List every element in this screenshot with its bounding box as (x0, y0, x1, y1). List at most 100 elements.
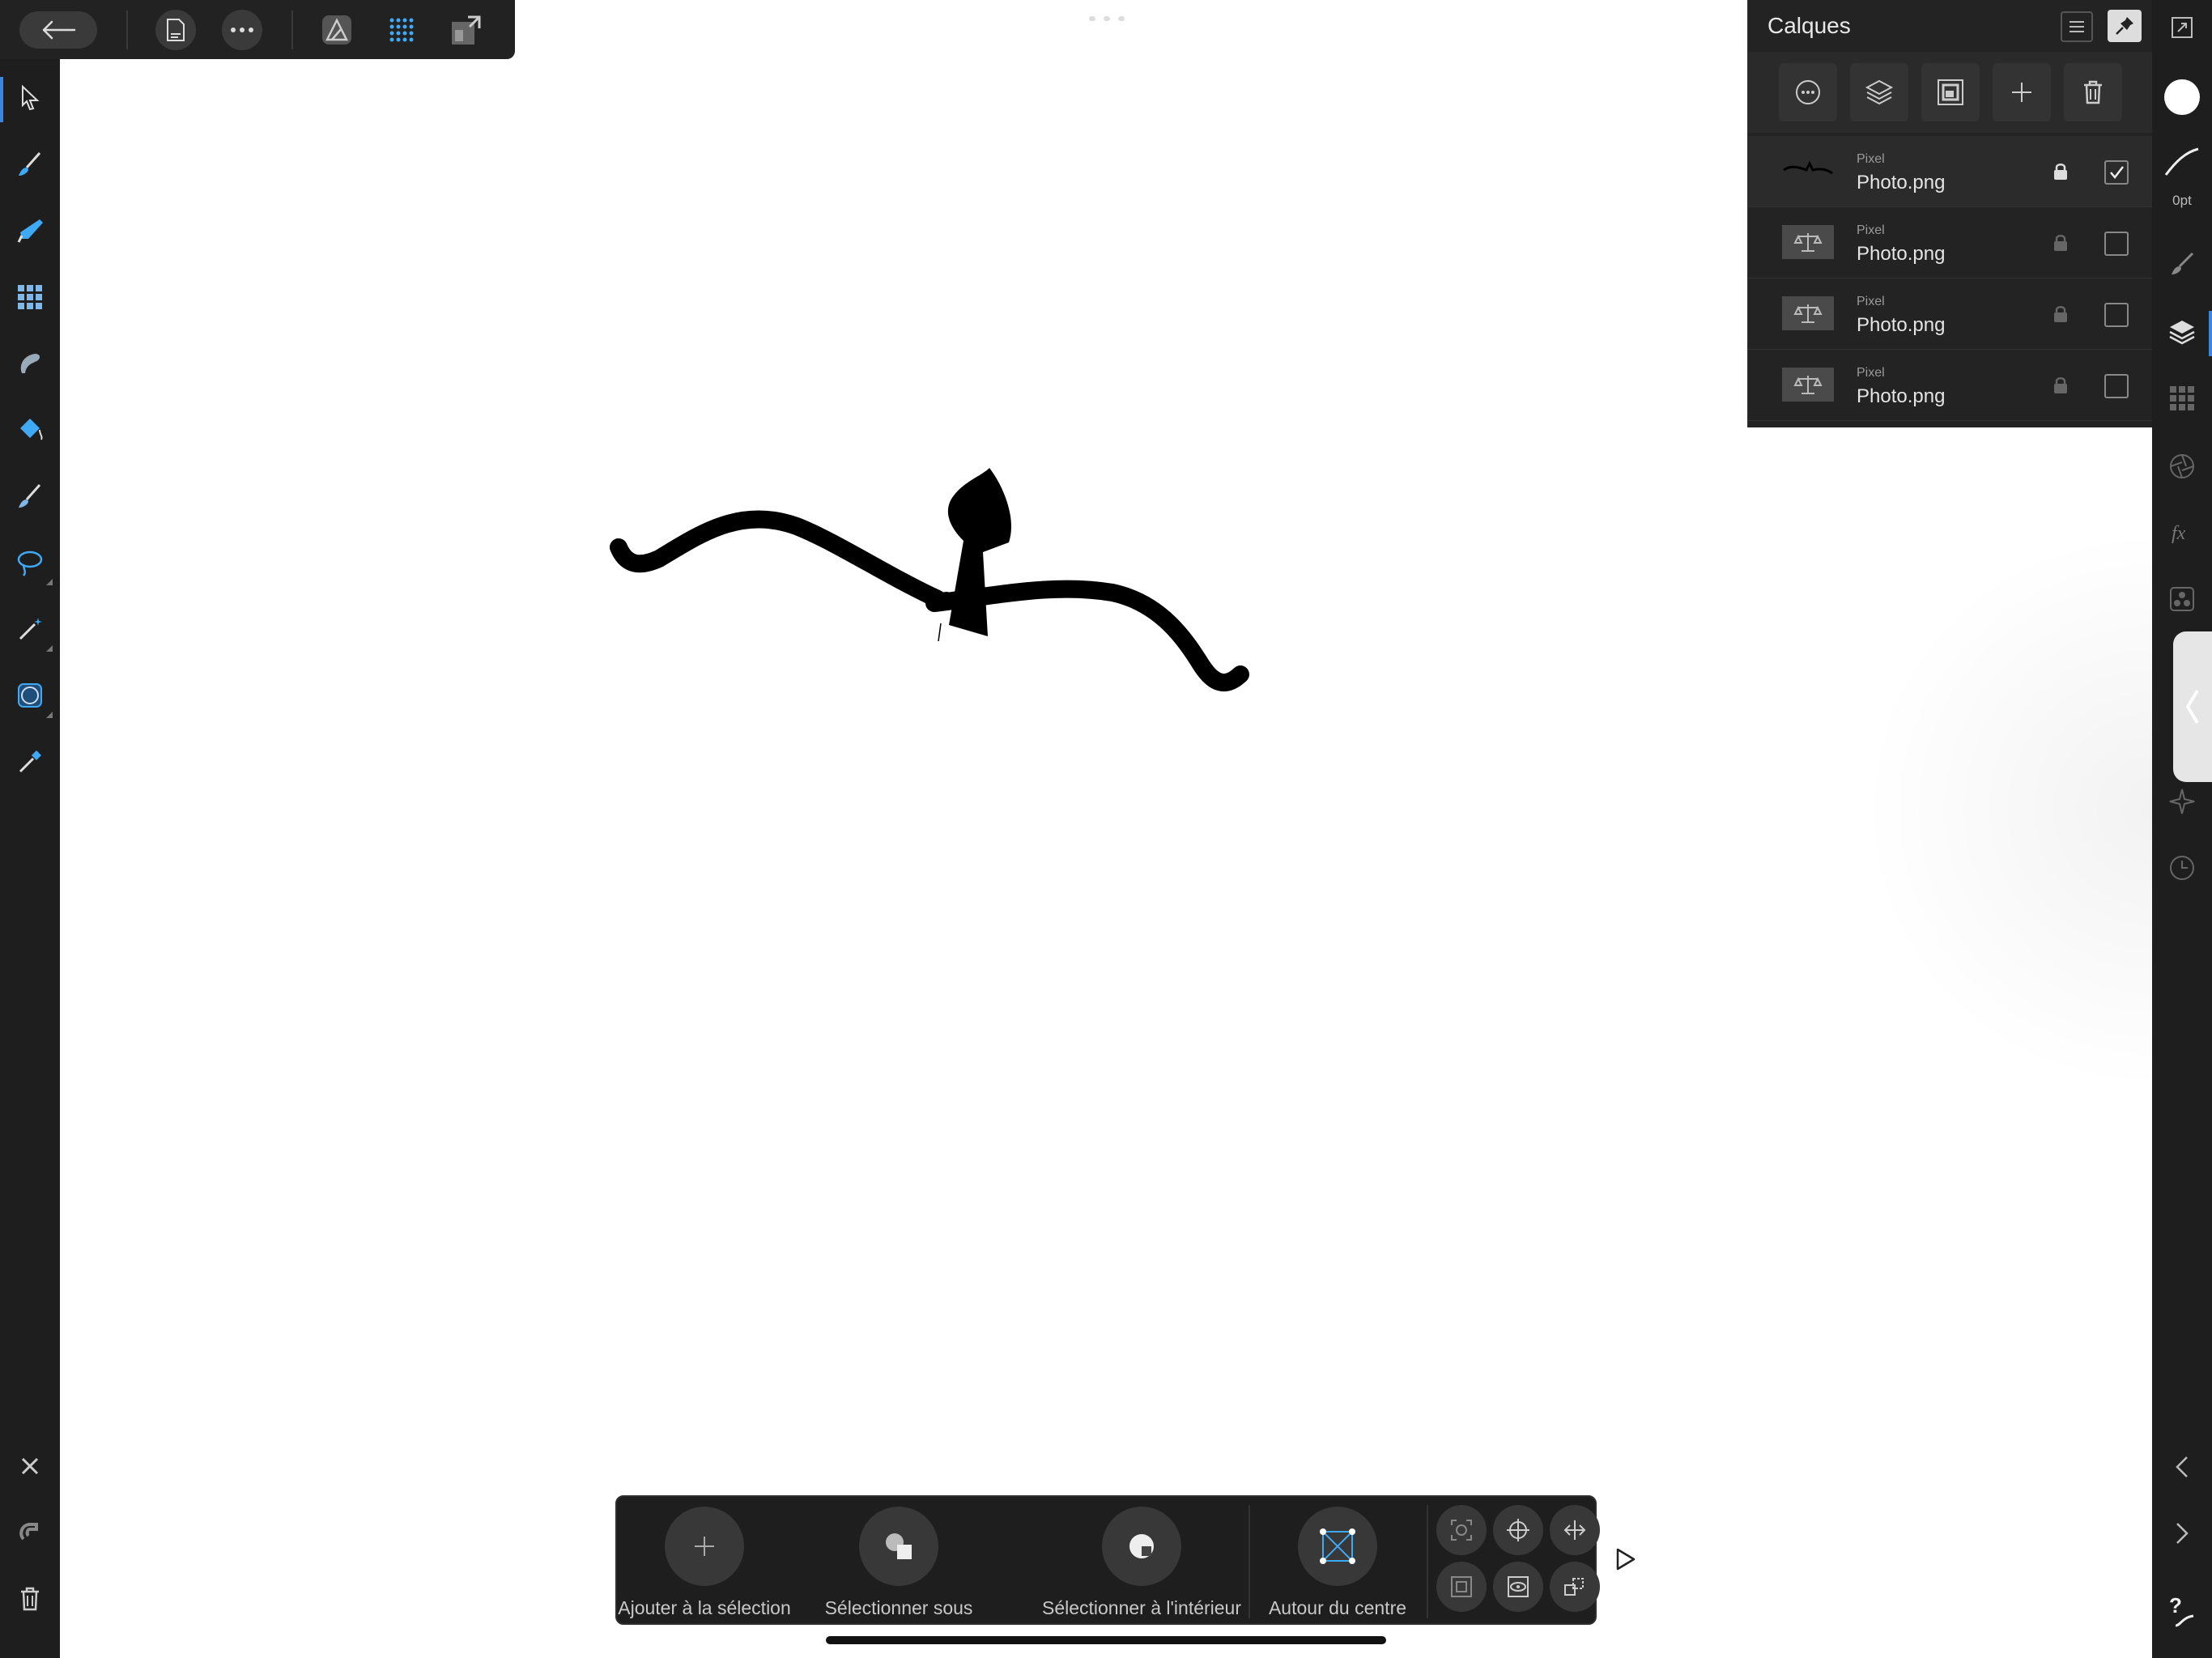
clock-icon (2170, 856, 2194, 880)
top-grabber[interactable] (1089, 16, 1125, 21)
move-tool[interactable] (6, 74, 54, 122)
layers-title: Calques (1767, 13, 1851, 38)
close-tool-button[interactable] (6, 1442, 54, 1490)
selection-brush-tool[interactable] (6, 472, 54, 521)
ellipsis-icon (231, 27, 253, 32)
selection-brush-icon (19, 484, 41, 508)
styles-studio-button[interactable] (2158, 575, 2206, 623)
panel-handle[interactable] (2173, 631, 2212, 782)
layers-list: Pixel Photo.png Pixel Photo.png Pixel Ph… (1748, 136, 2153, 421)
focus-icon (1451, 1520, 1472, 1541)
layer-visibility-checkbox[interactable] (2104, 374, 2129, 398)
svg-text:fx: fx (2172, 523, 2186, 544)
select-under-label: Sélectionner sous (824, 1597, 973, 1618)
smudge-icon (20, 354, 40, 373)
snap-arrange-button[interactable] (1550, 1562, 1600, 1612)
next-button[interactable] (2158, 1509, 2206, 1558)
active-studio-indicator (2209, 311, 2212, 356)
resize-icon (2172, 17, 2193, 38)
around-center-button[interactable]: Autour du centre (1257, 1507, 1419, 1619)
delete-button[interactable] (6, 1575, 54, 1623)
panel-menu-button[interactable] (2061, 11, 2093, 42)
select-under-button[interactable]: Sélectionner sous (824, 1507, 973, 1619)
magnet-icon (19, 1523, 38, 1541)
layer-stack-button[interactable] (1850, 63, 1908, 121)
circle-ellipsis-icon (1796, 80, 1820, 104)
help-button[interactable]: ? (2158, 1587, 2206, 1635)
layer-row[interactable]: Pixel Photo.png (1748, 278, 2153, 350)
channels-studio-button[interactable] (2158, 374, 2206, 423)
lock-icon (2054, 164, 2067, 180)
around-center-icon-holder (1298, 1507, 1377, 1586)
smudge-tool[interactable] (6, 339, 54, 388)
layer-lock-toggle[interactable] (2051, 374, 2070, 397)
transform-center-icon (1320, 1528, 1355, 1564)
marquee-tool[interactable] (6, 671, 54, 720)
mask-icon (1938, 79, 1963, 105)
layer-row[interactable]: Pixel Photo.png (1748, 136, 2153, 207)
stroke-button[interactable] (2158, 138, 2206, 186)
layer-visibility-checkbox[interactable] (2104, 303, 2129, 327)
pixel-grid-tool[interactable] (6, 273, 54, 321)
layer-lock-toggle[interactable] (2051, 303, 2070, 325)
layer-options-button[interactable] (1779, 63, 1837, 121)
magic-wand-tool[interactable] (6, 605, 54, 653)
select-inside-icon (1129, 1534, 1154, 1558)
photo-persona-button[interactable] (314, 7, 359, 53)
paint-brush-tool[interactable] (6, 140, 54, 189)
snap-fit-button[interactable] (1550, 1505, 1600, 1555)
document-button[interactable] (155, 9, 196, 50)
chevron-left-icon (2176, 1456, 2188, 1477)
fullscreen-button[interactable] (2158, 3, 2206, 52)
flood-fill-tool[interactable] (6, 406, 54, 454)
home-indicator[interactable] (826, 1636, 1386, 1644)
frame-icon (1451, 1576, 1472, 1597)
fit-icon (1563, 1520, 1586, 1540)
lock-icon (2054, 235, 2067, 251)
snap-frame-button[interactable] (1436, 1562, 1487, 1612)
brushes-studio-button[interactable] (2158, 240, 2206, 288)
layer-row[interactable]: Pixel Photo.png (1748, 350, 2153, 421)
export-persona-button[interactable] (444, 7, 489, 53)
delete-layer-button[interactable] (2064, 63, 2122, 121)
help-question-icon: ? (2169, 1593, 2194, 1627)
close-icon (21, 1457, 39, 1475)
more-button[interactable] (222, 9, 262, 50)
freehand-selection-tool[interactable] (6, 538, 54, 587)
mask-layer-button[interactable] (1921, 63, 1980, 121)
list-icon (2069, 21, 2084, 32)
layer-lock-toggle[interactable] (2051, 160, 2070, 183)
layer-visibility-checkbox[interactable] (2104, 160, 2129, 185)
erase-brush-tool[interactable] (6, 206, 54, 255)
add-layer-button[interactable] (1993, 63, 2051, 121)
effects-studio-button[interactable]: fx (2158, 508, 2206, 557)
layer-visibility-checkbox[interactable] (2104, 232, 2129, 256)
layer-lock-toggle[interactable] (2051, 232, 2070, 254)
history-studio-button[interactable] (2158, 844, 2206, 892)
color-swatch[interactable] (2158, 73, 2206, 121)
pixel-persona-button[interactable] (379, 7, 424, 53)
layer-name: Photo.png (1857, 172, 1946, 193)
layers-studio-button[interactable] (2158, 308, 2206, 356)
layer-row[interactable]: Pixel Photo.png (1748, 207, 2153, 278)
snap-view-button[interactable] (1493, 1562, 1543, 1612)
back-button[interactable] (19, 11, 97, 49)
color-picker-tool[interactable] (6, 738, 54, 786)
document-icon (167, 18, 185, 41)
adjustments-studio-button[interactable] (2158, 442, 2206, 491)
snap-focus-button[interactable] (1436, 1505, 1487, 1555)
layers-stack-icon (2169, 321, 2195, 345)
previous-button[interactable] (2158, 1443, 2206, 1491)
navigator-studio-button[interactable] (2158, 777, 2206, 826)
top-toolbar (0, 0, 515, 59)
snap-crosshair-button[interactable] (1493, 1505, 1543, 1555)
select-under-icon-holder (859, 1507, 938, 1586)
context-toolbar-expand-button[interactable] (1610, 1543, 1642, 1575)
panel-pin-button[interactable] (2108, 10, 2142, 42)
layers-actions (1748, 52, 2153, 133)
chevron-right-icon (2176, 1523, 2189, 1544)
studio-bar: 0pt fx ? (2152, 0, 2212, 1658)
select-inside-button[interactable]: Sélectionner à l'intérieur (1020, 1507, 1263, 1619)
snapping-button[interactable] (6, 1508, 54, 1557)
add-to-selection-button[interactable]: Ajouter à la sélection (618, 1507, 791, 1619)
